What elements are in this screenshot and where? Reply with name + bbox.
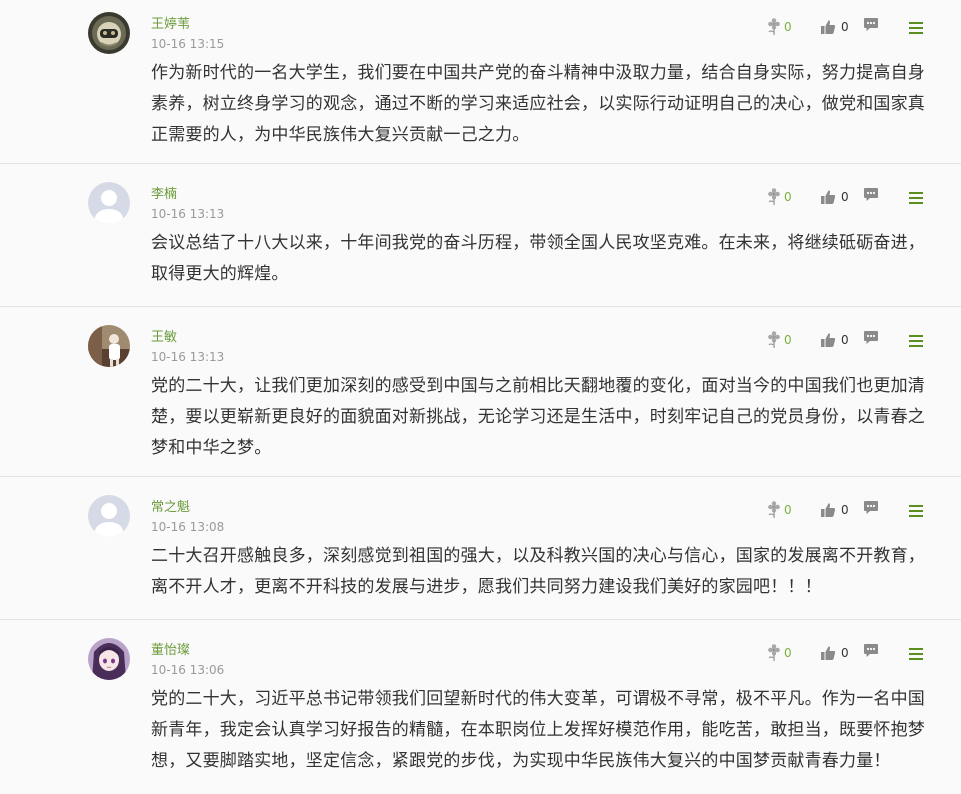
flower-button[interactable]: 0 [766, 500, 792, 520]
comment-item: 董怡璨 10-16 13:06 0 0 党的二十大，习近平总书记带领我们回望新时… [0, 620, 961, 794]
flower-count: 0 [784, 646, 792, 660]
comment-item: 常之魁 10-16 13:08 0 0 二十大召开感触良多，深刻感觉到祖国的强大… [0, 477, 961, 620]
flower-button[interactable]: 0 [766, 187, 792, 207]
hamburger-menu-icon [909, 22, 923, 34]
flower-icon [768, 501, 780, 518]
like-button[interactable]: 0 [820, 643, 849, 663]
more-menu-button[interactable] [909, 505, 923, 517]
reply-button[interactable] [863, 16, 879, 32]
flower-icon [768, 331, 780, 348]
hamburger-menu-icon [909, 648, 923, 660]
flower-icon [768, 644, 780, 661]
comment-time: 10-16 13:06 [151, 663, 225, 677]
reply-button[interactable] [863, 186, 879, 202]
comment-item: 王敏 10-16 13:13 0 0 党的二十大，让我们更加深刻的感受到中国与之… [0, 307, 961, 477]
flower-icon [768, 188, 780, 205]
flower-button[interactable]: 0 [766, 643, 792, 663]
comment-text: 党的二十大，让我们更加深刻的感受到中国与之前相比天翻地覆的变化，面对当今的中国我… [151, 376, 925, 458]
thumbs-up-icon [821, 646, 836, 660]
reply-button[interactable] [863, 499, 879, 515]
flower-icon [768, 18, 780, 35]
reply-button[interactable] [863, 329, 879, 345]
comment-author[interactable]: 李楠 [151, 186, 177, 204]
comment-bubble-icon [864, 188, 878, 201]
comment-bubble-icon [864, 18, 878, 31]
comment-time: 10-16 13:13 [151, 207, 225, 221]
hamburger-menu-icon [909, 335, 923, 347]
comment-author[interactable]: 常之魁 [151, 499, 190, 517]
like-count: 0 [841, 20, 849, 34]
like-button[interactable]: 0 [820, 500, 849, 520]
like-count: 0 [841, 190, 849, 204]
comment-author[interactable]: 王婷苇 [151, 16, 190, 34]
comment-author[interactable]: 王敏 [151, 329, 177, 347]
comment-time: 10-16 13:13 [151, 350, 225, 364]
flower-count: 0 [784, 190, 792, 204]
more-menu-button[interactable] [909, 648, 923, 660]
comment-time: 10-16 13:15 [151, 37, 225, 51]
like-count: 0 [841, 646, 849, 660]
comment-time: 10-16 13:08 [151, 520, 225, 534]
like-count: 0 [841, 503, 849, 517]
comment-text: 会议总结了十八大以来，十年间我党的奋斗历程，带领全国人民攻坚克难。在未来，将继续… [151, 233, 925, 284]
flower-button[interactable]: 0 [766, 330, 792, 350]
avatar[interactable] [88, 638, 130, 680]
thumbs-up-icon [821, 190, 836, 204]
comment-bubble-icon [864, 331, 878, 344]
comment-text: 二十大召开感触良多，深刻感觉到祖国的强大，以及科教兴国的决心与信心，国家的发展离… [151, 546, 925, 597]
flower-count: 0 [784, 503, 792, 517]
comment-item: 王婷苇 10-16 13:15 0 0 作为新时代的一名大学生，我们要在中国共产… [0, 0, 961, 164]
like-count: 0 [841, 333, 849, 347]
comment-text: 作为新时代的一名大学生，我们要在中国共产党的奋斗精神中汲取力量，结合自身实际，努… [151, 63, 925, 145]
flower-count: 0 [784, 333, 792, 347]
avatar[interactable] [88, 495, 130, 537]
like-button[interactable]: 0 [820, 17, 849, 37]
comment-author[interactable]: 董怡璨 [151, 642, 190, 660]
more-menu-button[interactable] [909, 335, 923, 347]
comment-bubble-icon [864, 644, 878, 657]
comment-text: 党的二十大，习近平总书记带领我们回望新时代的伟大变革，可谓极不寻常，极不平凡。作… [151, 689, 925, 771]
thumbs-up-icon [821, 333, 836, 347]
flower-count: 0 [784, 20, 792, 34]
hamburger-menu-icon [909, 505, 923, 517]
reply-button[interactable] [863, 642, 879, 658]
more-menu-button[interactable] [909, 22, 923, 34]
avatar[interactable] [88, 182, 130, 224]
flower-button[interactable]: 0 [766, 17, 792, 37]
avatar[interactable] [88, 12, 130, 54]
comment-item: 李楠 10-16 13:13 0 0 会议总结了十八大以来，十年间我党的奋斗历程… [0, 164, 961, 307]
more-menu-button[interactable] [909, 192, 923, 204]
like-button[interactable]: 0 [820, 187, 849, 207]
comment-bubble-icon [864, 501, 878, 514]
like-button[interactable]: 0 [820, 330, 849, 350]
hamburger-menu-icon [909, 192, 923, 204]
thumbs-up-icon [821, 503, 836, 517]
avatar[interactable] [88, 325, 130, 367]
thumbs-up-icon [821, 20, 836, 34]
